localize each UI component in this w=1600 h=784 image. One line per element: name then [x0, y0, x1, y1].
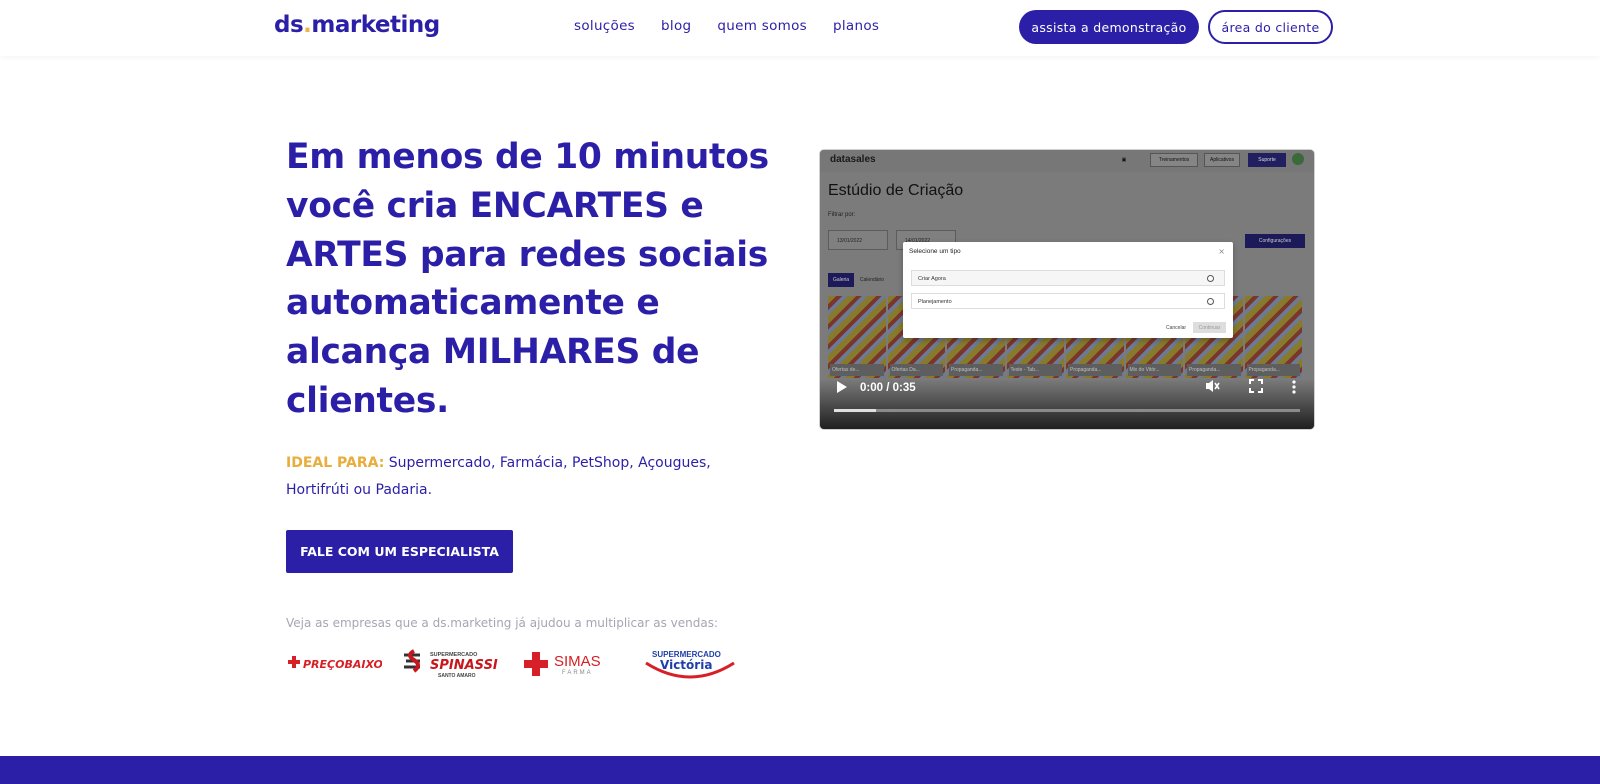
thumb-label: Propaganda...	[1246, 364, 1300, 376]
modal-option-create-now: Criar Agora	[911, 270, 1225, 286]
talk-to-specialist-button[interactable]: FALE COM UM ESPECIALISTA	[286, 530, 513, 573]
logo-precobaixo: PREÇOBAIXO	[286, 646, 382, 680]
hero-headline: Em menos de 10 minutos você cria ENCARTE…	[286, 137, 769, 421]
companies-caption: Veja as empresas que a ds.marketing já a…	[286, 616, 718, 630]
logo-precobaixo-text: PREÇOBAIXO	[303, 658, 382, 671]
logo-simas-farma: FARMA	[562, 670, 593, 676]
watch-demo-button[interactable]: assista a demonstração	[1019, 10, 1199, 44]
thumb-item: Propaganda...	[1244, 296, 1302, 378]
logo-simas: SIMAS FARMA	[522, 646, 622, 680]
modal-option-label: Planejamento	[918, 299, 952, 305]
app-date-from: 13/01/2022	[828, 230, 888, 250]
nav-blog[interactable]: blog	[661, 18, 691, 34]
app-title: Estúdio de Criação	[828, 182, 964, 199]
thumb-label: Mix do Vitór...	[1127, 364, 1181, 376]
logo-spinassi: SUPERMERCADO SPINASSI SANTO AMARO	[402, 646, 502, 680]
nav-planos[interactable]: planos	[833, 18, 879, 34]
client-logos: PREÇOBAIXO SUPERMERCADO SPINASSI SANTO A…	[286, 646, 758, 680]
app-support-btn: Suporte	[1248, 153, 1286, 167]
video-time: 0:00 / 0:35	[860, 382, 916, 394]
app-training-btn: Treinamentos	[1150, 153, 1198, 167]
thumb-label: Propaganda...	[1068, 364, 1122, 376]
modal-option-label: Criar Agora	[918, 276, 946, 282]
main-nav: soluções blog quem somos planos	[574, 18, 905, 34]
mute-icon[interactable]	[1204, 378, 1220, 394]
thumb-label: Ofertas Da...	[889, 364, 943, 376]
logo-ds: ds	[274, 12, 304, 38]
app-tab-gallery: Galeria	[828, 273, 854, 287]
thumb-label: Teste - Tab...	[1008, 364, 1062, 376]
fullscreen-icon[interactable]	[1249, 379, 1263, 393]
play-icon[interactable]	[836, 380, 848, 394]
site-header: ds.marketing soluções blog quem somos pl…	[0, 0, 1600, 56]
app-config-button: Configurações	[1245, 234, 1305, 248]
app-apps-btn: Aplicativos	[1204, 153, 1240, 167]
modal-option-planning: Planejamento	[911, 293, 1225, 309]
app-store-icon: ▣	[1121, 157, 1127, 163]
modal-title: Selecione um tipo	[909, 248, 961, 255]
footer-band	[0, 756, 1600, 784]
radio-icon	[1207, 298, 1214, 305]
ds-marketing-logo[interactable]: ds.marketing	[274, 12, 440, 38]
thumb-label: Ofertas de...	[830, 364, 884, 376]
thumb-label: Propaganda...	[949, 364, 1003, 376]
radio-icon	[1207, 275, 1214, 282]
more-options-icon[interactable]	[1291, 379, 1297, 395]
app-filter-label: Filtrar por:	[828, 212, 856, 218]
video-progress-fill	[834, 409, 876, 412]
modal-cancel: Cancelar	[1166, 325, 1187, 331]
logo-spinassi-bottom: SANTO AMARO	[438, 673, 476, 679]
thumb-label: Propaganda...	[1187, 364, 1241, 376]
app-tab-calendar: Calendário	[859, 277, 885, 283]
demo-video-player[interactable]: datasales ▣ Treinamentos Aplicativos Sup…	[819, 149, 1315, 430]
logo-victoria: SUPERMERCADO Victória	[642, 646, 738, 680]
ideal-for-text: IDEAL PARA: Supermercado, Farmácia, PetS…	[286, 450, 756, 504]
logo-marketing: marketing	[311, 12, 440, 38]
logo-spinassi-name: SPINASSI	[430, 658, 498, 673]
client-area-button[interactable]: área do cliente	[1208, 10, 1333, 44]
logo-victoria-name: Victória	[660, 658, 712, 672]
nav-solucoes[interactable]: soluções	[574, 18, 635, 34]
modal-continue: Continuar	[1193, 322, 1226, 333]
video-progress-bar[interactable]	[834, 409, 1300, 412]
app-brand: datasales	[830, 154, 876, 165]
logo-simas-name: SIMAS	[554, 653, 601, 670]
modal-close-icon: ×	[1218, 247, 1225, 256]
app-modal-select-type: Selecione um tipo × Criar Agora Planejam…	[903, 242, 1233, 338]
thumb-item: Ofertas de...	[828, 296, 886, 378]
ideal-for-label: IDEAL PARA:	[286, 455, 385, 471]
app-topbar: datasales ▣ Treinamentos Aplicativos Sup…	[820, 150, 1314, 172]
nav-quem-somos[interactable]: quem somos	[717, 18, 807, 34]
app-avatar	[1292, 153, 1304, 165]
